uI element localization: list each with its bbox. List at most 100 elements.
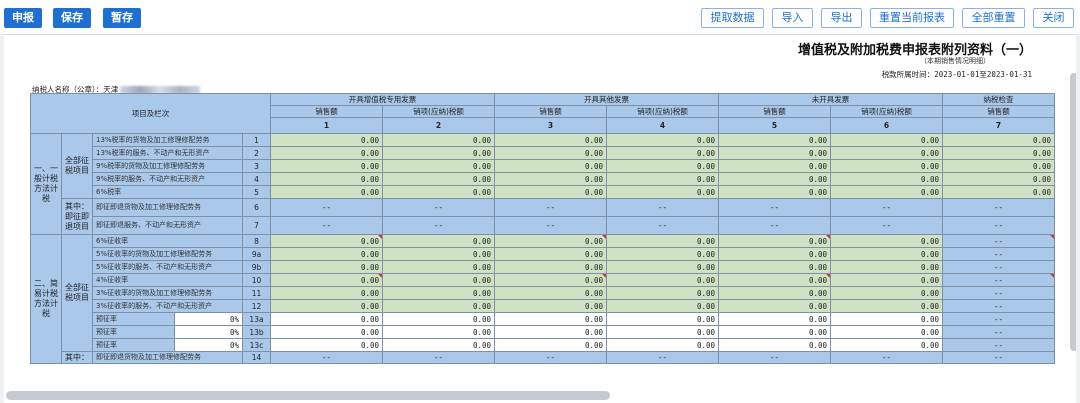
amount-cell[interactable]: 0.00	[270, 234, 383, 248]
amount-cell[interactable]: 0.00	[382, 159, 495, 173]
amount-cell[interactable]: 0.00	[382, 234, 495, 248]
amount-cell[interactable]: 0.00	[606, 260, 719, 274]
amount-cell[interactable]: 0.00	[382, 247, 495, 261]
amount-cell[interactable]: 0.00	[494, 146, 607, 160]
amount-cell[interactable]: 0.00	[718, 146, 831, 160]
amount-cell[interactable]: 0.00	[718, 286, 831, 300]
amount-cell[interactable]: 0.00	[494, 133, 607, 147]
amount-cell[interactable]: 0.00	[942, 146, 1055, 160]
amount-cell[interactable]: 0.00	[382, 133, 495, 147]
amount-cell[interactable]: 0.00	[270, 299, 383, 313]
declare-button[interactable]: 申报	[4, 8, 42, 28]
amount-cell[interactable]: 0.00	[382, 273, 495, 287]
line-number: 13a	[242, 312, 271, 326]
amount-cell[interactable]: 0.00	[494, 234, 607, 248]
amount-cell[interactable]: 0.00	[270, 286, 383, 300]
amount-cell[interactable]: 0.00	[830, 234, 943, 248]
amount-cell: --	[382, 198, 495, 217]
amount-cell[interactable]: 0.00	[382, 146, 495, 160]
amount-cell[interactable]: 0.00	[830, 133, 943, 147]
amount-cell[interactable]: 0.00	[718, 185, 831, 199]
amount-cell: --	[270, 198, 383, 217]
save-button[interactable]: 保存	[53, 8, 91, 28]
amount-cell[interactable]: 0.00	[718, 260, 831, 274]
amount-cell: 0.00	[382, 312, 495, 326]
amount-cell[interactable]: 0.00	[270, 159, 383, 173]
amount-cell[interactable]: 0.00	[942, 185, 1055, 199]
row-label: 6%税率	[92, 185, 243, 199]
amount-cell[interactable]: 0.00	[382, 185, 495, 199]
amount-cell[interactable]: 0.00	[830, 146, 943, 160]
amount-cell[interactable]: 0.00	[270, 273, 383, 287]
amount-cell[interactable]: 0.00	[606, 172, 719, 186]
amount-cell[interactable]: 0.00	[494, 247, 607, 261]
amount-cell[interactable]: 0.00	[942, 172, 1055, 186]
amount-cell[interactable]: 0.00	[606, 185, 719, 199]
amount-cell[interactable]: 0.00	[270, 172, 383, 186]
amount-cell[interactable]: 0.00	[494, 273, 607, 287]
vertical-scrollbar[interactable]	[1070, 73, 1076, 351]
amount-cell[interactable]: 0.00	[606, 146, 719, 160]
rate-input[interactable]: 0%	[174, 312, 243, 326]
amount-cell[interactable]: 0.00	[830, 299, 943, 313]
amount-cell: --	[942, 325, 1055, 339]
import-button[interactable]: 导入	[772, 8, 813, 28]
amount-cell[interactable]: 0.00	[718, 234, 831, 248]
amount-cell[interactable]: 0.00	[718, 273, 831, 287]
table-row: 6%税率 5 0.00 0.00 0.00 0.00 0.00 0.00 0.00	[31, 185, 1055, 199]
amount-cell[interactable]: 0.00	[270, 146, 383, 160]
amount-cell[interactable]: 0.00	[494, 260, 607, 274]
amount-cell[interactable]: 0.00	[270, 185, 383, 199]
amount-cell[interactable]: 0.00	[494, 299, 607, 313]
amount-cell[interactable]: 0.00	[494, 159, 607, 173]
amount-cell[interactable]: 0.00	[606, 273, 719, 287]
fetch-data-button[interactable]: 提取数据	[701, 8, 764, 28]
amount-cell[interactable]: 0.00	[830, 247, 943, 261]
amount-cell[interactable]: 0.00	[382, 299, 495, 313]
amount-cell[interactable]: 0.00	[606, 159, 719, 173]
amount-cell[interactable]: 0.00	[942, 133, 1055, 147]
table-row: 预征率 0% 13b 0.00 0.00 0.00 0.00 0.00 0.00 --	[31, 325, 1055, 339]
temp-save-button[interactable]: 暂存	[103, 8, 141, 28]
amount-cell[interactable]: 0.00	[382, 286, 495, 300]
amount-cell[interactable]: 0.00	[494, 286, 607, 300]
amount-cell[interactable]: 0.00	[830, 159, 943, 173]
amount-cell[interactable]: 0.00	[830, 260, 943, 274]
amount-cell[interactable]: 0.00	[830, 286, 943, 300]
amount-cell[interactable]: 0.00	[606, 133, 719, 147]
export-button[interactable]: 导出	[821, 8, 862, 28]
horizontal-scrollbar[interactable]	[6, 391, 610, 400]
amount-cell[interactable]: 0.00	[830, 172, 943, 186]
amount-cell[interactable]: 0.00	[718, 159, 831, 173]
line-number: 3	[242, 159, 271, 173]
amount-cell[interactable]: 0.00	[606, 286, 719, 300]
sub-all-taxable: 全部征税项目	[61, 234, 93, 352]
amount-cell[interactable]: 0.00	[382, 260, 495, 274]
amount-cell[interactable]: 0.00	[718, 247, 831, 261]
amount-cell[interactable]: 0.00	[830, 273, 943, 287]
close-button[interactable]: 关闭	[1033, 8, 1074, 28]
amount-cell[interactable]: 0.00	[606, 299, 719, 313]
amount-cell[interactable]: 0.00	[718, 133, 831, 147]
amount-cell[interactable]: 0.00	[270, 133, 383, 147]
amount-cell[interactable]: 0.00	[830, 185, 943, 199]
amount-cell[interactable]: 0.00	[606, 234, 719, 248]
reset-all-button[interactable]: 全部重置	[962, 8, 1025, 28]
amount-cell[interactable]: 0.00	[718, 299, 831, 313]
group-header: 纳税检查	[942, 93, 1055, 106]
amount-cell[interactable]: 0.00	[718, 172, 831, 186]
row-label: 9%税率的货物及加工修理修配劳务	[92, 159, 243, 173]
rate-input[interactable]: 0%	[174, 338, 243, 352]
line-number: 12	[242, 299, 271, 313]
amount-cell[interactable]: 0.00	[942, 159, 1055, 173]
amount-cell[interactable]: 0.00	[494, 185, 607, 199]
amount-cell[interactable]: 0.00	[606, 247, 719, 261]
rate-input[interactable]: 0%	[174, 325, 243, 339]
amount-cell[interactable]: 0.00	[494, 172, 607, 186]
table-row: 3%征收率的服务、不动产和无形资产 12 0.00 0.00 0.00 0.00 0.00 0…	[31, 299, 1055, 313]
reset-current-button[interactable]: 重置当前报表	[870, 8, 954, 28]
amount-cell[interactable]: 0.00	[270, 260, 383, 274]
amount-cell[interactable]: 0.00	[270, 247, 383, 261]
sales-header: 销售额	[270, 105, 383, 118]
amount-cell[interactable]: 0.00	[382, 172, 495, 186]
